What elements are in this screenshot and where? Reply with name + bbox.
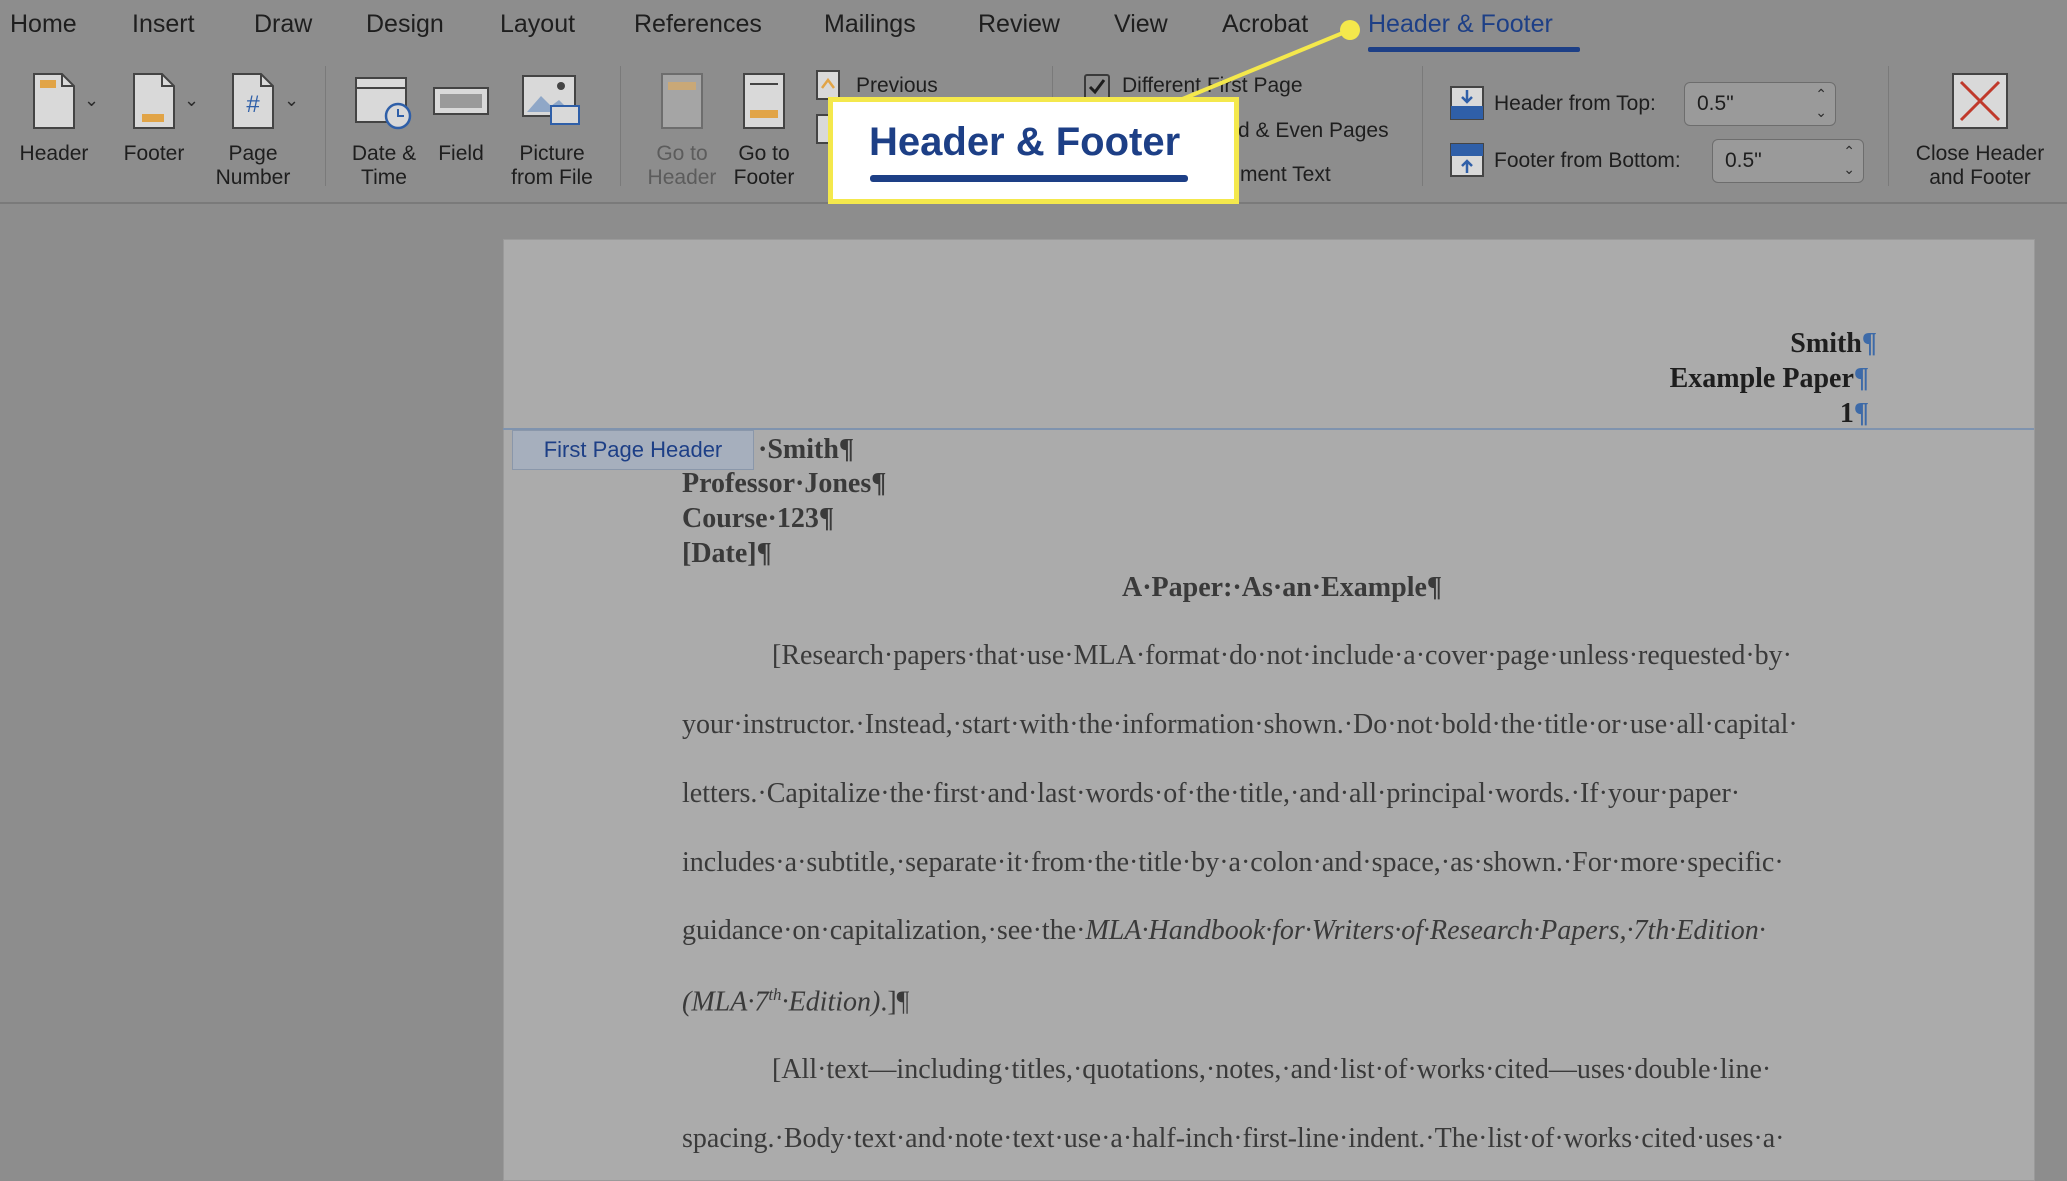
- callout-text: Header & Footer: [869, 120, 1181, 164]
- heading-author[interactable]: ·Smith¶: [758, 434, 854, 466]
- footer-button[interactable]: Footer: [114, 72, 194, 166]
- header-from-top-label: Header from Top:: [1494, 92, 1656, 115]
- go-to-footer-button-label: Go to Footer: [733, 142, 795, 189]
- date-time-button[interactable]: Date & Time: [344, 72, 424, 190]
- tab-review[interactable]: Review: [978, 10, 1060, 39]
- tab-home[interactable]: Home: [10, 10, 77, 39]
- ribbon-separator: [1422, 66, 1423, 186]
- picture-from-file-button-label: Picture from File: [511, 142, 593, 189]
- footer-button-label: Footer: [123, 142, 185, 165]
- tab-view[interactable]: View: [1114, 10, 1168, 39]
- body-line[interactable]: (MLA·7th·Edition).]¶: [682, 985, 909, 1018]
- previous-icon: [816, 70, 840, 100]
- picture-from-file-button[interactable]: Picture from File: [504, 72, 600, 190]
- go-to-header-button-label: Go to Header: [647, 142, 717, 189]
- go-to-header-button[interactable]: Go to Header: [640, 72, 724, 190]
- picture-icon: [522, 75, 580, 125]
- close-header-footer-label: Close Header and Footer: [1915, 142, 2045, 189]
- tab-draw[interactable]: Draw: [254, 10, 312, 39]
- header-button-label: Header: [19, 142, 89, 165]
- spinner-arrows-icon[interactable]: ⌃ ⌄: [1815, 85, 1827, 121]
- header-position-icon: [1450, 86, 1484, 120]
- body-line[interactable]: [Research·papers·that·use·MLA·format·do·…: [772, 640, 1792, 672]
- ribbon-separator: [620, 66, 621, 186]
- close-icon: [1952, 73, 2008, 129]
- tab-design[interactable]: Design: [366, 10, 444, 39]
- superscript-text: th: [768, 985, 782, 1004]
- body-line[interactable]: letters.·Capitalize·the·first·and·last·w…: [682, 778, 1740, 810]
- date-time-button-label: Date & Time: [351, 142, 417, 189]
- svg-text:#: #: [246, 91, 260, 118]
- body-text: guidance·on·capitalization,·see·the·: [682, 915, 1086, 946]
- heading-date[interactable]: [Date]¶: [682, 538, 772, 570]
- different-first-page-label: Different First Page: [1122, 74, 1303, 97]
- tab-acrobat[interactable]: Acrobat: [1222, 10, 1308, 39]
- tab-layout[interactable]: Layout: [500, 10, 575, 39]
- italic-reference: MLA·Handbook·for·Writers·of·Research·Pap…: [1085, 915, 1766, 946]
- pilcrow-mark: ¶: [1861, 328, 1877, 359]
- go-to-footer-button[interactable]: Go to Footer: [724, 72, 804, 190]
- tab-mailings[interactable]: Mailings: [824, 10, 916, 39]
- go-to-footer-icon: [743, 73, 785, 129]
- header-name-text: Smith: [1790, 328, 1862, 359]
- heading-professor[interactable]: Professor·Jones¶: [682, 468, 886, 500]
- previous-button[interactable]: Previous: [856, 74, 938, 98]
- header-dropdown-chevron-icon[interactable]: ⌄: [84, 90, 99, 111]
- spinner-arrows-icon[interactable]: ⌃ ⌄: [1843, 142, 1855, 178]
- footer-dropdown-chevron-icon[interactable]: ⌄: [184, 90, 199, 111]
- tab-references[interactable]: References: [634, 10, 762, 39]
- header-icon: [33, 73, 75, 129]
- header-footer-callout: Header & Footer: [828, 97, 1239, 204]
- body-line[interactable]: includes·a·subtitle,·separate·it·from·th…: [682, 847, 1784, 879]
- header-page-number-text: 1: [1839, 398, 1854, 429]
- heading-course[interactable]: Course·123¶: [682, 503, 834, 535]
- footer-from-bottom-input[interactable]: 0.5" ⌃ ⌄: [1712, 139, 1864, 183]
- pilcrow-mark: ¶: [1853, 363, 1869, 394]
- header-from-top-value: 0.5": [1697, 92, 1734, 115]
- field-button[interactable]: Field: [430, 72, 492, 166]
- page-number-dropdown-chevron-icon[interactable]: ⌄: [284, 90, 299, 111]
- page-number-button-label: Page Number: [215, 142, 291, 189]
- ribbon-separator: [1888, 66, 1889, 186]
- different-odd-even-label: d & Even Pages: [1238, 119, 1389, 142]
- tab-insert[interactable]: Insert: [132, 10, 195, 39]
- active-tab-indicator: [1368, 47, 1580, 52]
- paper-title[interactable]: A·Paper:·As·an·Example¶: [1122, 572, 1442, 604]
- italic-reference: ·Edition): [781, 986, 881, 1018]
- checkmark-icon: [1088, 79, 1106, 95]
- field-button-label: Field: [438, 142, 484, 165]
- header-button[interactable]: Header: [14, 72, 94, 166]
- first-page-header-tag: First Page Header: [512, 430, 754, 470]
- ribbon-tab-bar: Home Insert Draw Design Layout Reference…: [0, 0, 2067, 56]
- body-line[interactable]: your·instructor.·Instead,·start·with·the…: [682, 709, 1798, 741]
- go-to-header-icon: [661, 73, 703, 129]
- close-header-footer-button[interactable]: Close Header and Footer: [1900, 72, 2060, 190]
- header-title-text: Example Paper: [1669, 363, 1854, 394]
- page-number-icon: #: [232, 73, 274, 129]
- pilcrow-mark: ¶: [1853, 398, 1869, 429]
- body-line[interactable]: [All·text—including·titles,·quotations,·…: [772, 1054, 1771, 1086]
- ribbon-separator: [325, 66, 326, 186]
- show-document-text-label: ment Text: [1240, 163, 1331, 186]
- italic-reference: (MLA·7: [682, 986, 769, 1018]
- footer-from-bottom-label: Footer from Bottom:: [1494, 149, 1681, 172]
- footer-from-bottom-value: 0.5": [1725, 149, 1762, 172]
- footer-position-icon: [1450, 143, 1484, 177]
- header-line-name[interactable]: Smith¶: [1790, 328, 1877, 360]
- body-line[interactable]: guidance·on·capitalization,·see·the·MLA·…: [682, 915, 1766, 947]
- calendar-clock-icon: [355, 77, 412, 130]
- header-line-title[interactable]: Example Paper¶: [1670, 363, 1869, 395]
- header-from-top-input[interactable]: 0.5" ⌃ ⌄: [1684, 82, 1836, 126]
- header-line-page-number[interactable]: 1¶: [1840, 398, 1869, 430]
- body-text: .]¶: [880, 986, 910, 1018]
- body-line[interactable]: spacing.·Body·text·and·note·text·use·a·h…: [682, 1123, 1784, 1155]
- tab-header-footer[interactable]: Header & Footer: [1368, 10, 1553, 39]
- footer-icon: [133, 73, 175, 129]
- callout-underline: [870, 175, 1188, 182]
- field-icon: [433, 87, 489, 115]
